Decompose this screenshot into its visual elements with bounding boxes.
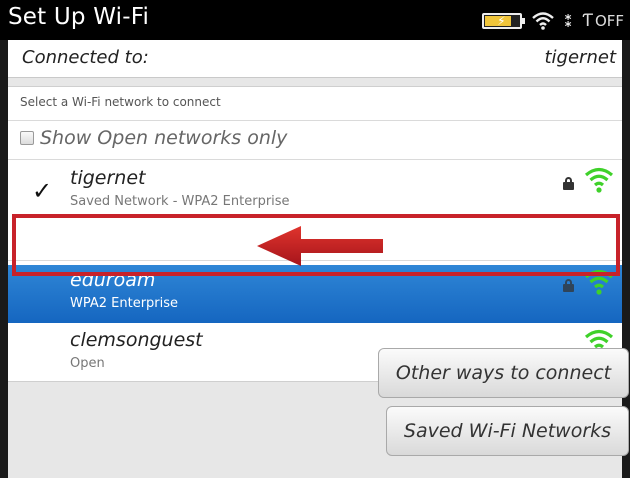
title-bar: Set Up Wi-Fi ⚡ ⁑ Ƭ OFF bbox=[0, 0, 630, 40]
connected-network: tigernet bbox=[544, 47, 617, 68]
status-bar: ⚡ ⁑ Ƭ OFF bbox=[482, 10, 624, 32]
wifi-signal-icon bbox=[584, 163, 614, 201]
network-security: Saved Network - WPA2 Enterprise bbox=[70, 194, 290, 209]
connected-label: Connected to: bbox=[22, 47, 149, 68]
network-security: WPA2 Enterprise bbox=[70, 296, 179, 311]
other-ways-button[interactable]: Other ways to connect bbox=[378, 348, 629, 398]
arrow-icon bbox=[255, 224, 385, 272]
lock-icon bbox=[563, 177, 574, 190]
saved-networks-button[interactable]: Saved Wi-Fi Networks bbox=[386, 406, 629, 456]
network-security: Open bbox=[70, 356, 105, 371]
antenna-icon: Ƭ bbox=[582, 11, 593, 31]
page-title: Set Up Wi-Fi bbox=[8, 4, 150, 30]
network-name: clemsonguest bbox=[70, 329, 203, 351]
network-item-tigernet[interactable]: ✓ tigernet Saved Network - WPA2 Enterpri… bbox=[8, 163, 622, 221]
radio-status: Ƭ OFF bbox=[583, 11, 624, 31]
open-networks-label: Show Open networks only bbox=[40, 127, 288, 149]
wifi-icon bbox=[532, 12, 554, 30]
checkmark-icon: ✓ bbox=[32, 177, 53, 205]
network-name: tigernet bbox=[70, 167, 146, 189]
radio-status-text: OFF bbox=[594, 12, 624, 30]
bluetooth-icon: ⁑ bbox=[564, 11, 573, 31]
battery-icon: ⚡ bbox=[482, 13, 526, 29]
screen: Set Up Wi-Fi ⚡ ⁑ Ƭ OFF Connected to: tig… bbox=[0, 0, 630, 478]
lock-icon bbox=[563, 279, 574, 292]
open-networks-toggle[interactable]: Show Open networks only bbox=[20, 121, 287, 155]
section-label: Select a Wi-Fi network to connect bbox=[20, 95, 221, 109]
open-networks-checkbox[interactable] bbox=[20, 131, 34, 145]
connected-row: Connected to: tigernet bbox=[8, 40, 622, 78]
